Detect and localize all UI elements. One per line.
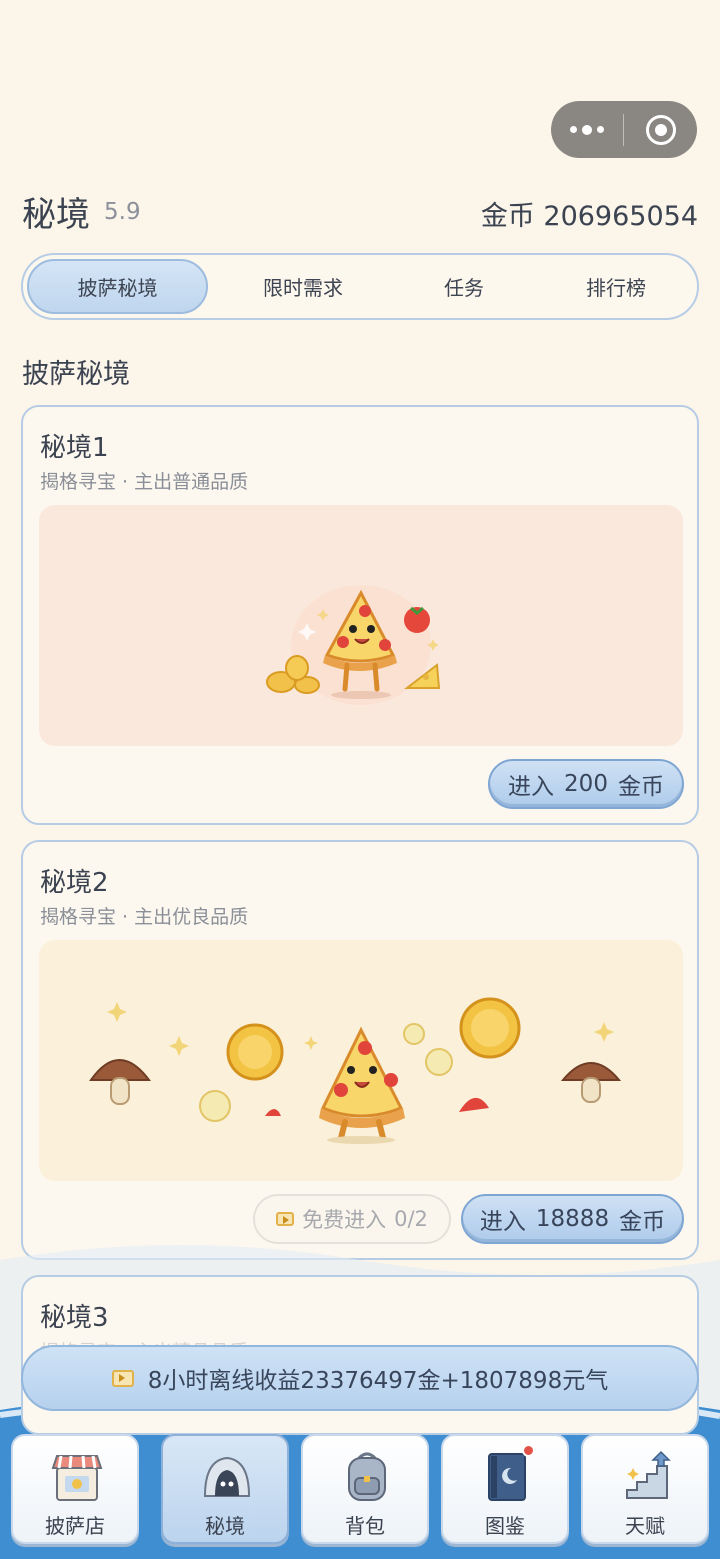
realm-card-2: 秘境2 揭格寻宝 · 主出优良品质 免费进入 0/2 进入 18888 金币: [21, 840, 699, 1260]
nav-label: 秘境: [205, 1514, 245, 1538]
realm-description: 揭格寻宝 · 主出优良品质: [40, 906, 249, 928]
backpack-icon: [348, 1452, 386, 1501]
nav-talent[interactable]: 天赋: [581, 1434, 709, 1544]
pizza-shop-icon: [51, 1455, 103, 1501]
offline-reward-button[interactable]: 8小时离线收益23376497金+1807898元气: [21, 1345, 699, 1411]
nav-label: 披萨店: [45, 1514, 105, 1538]
offline-reward-text: 8小时离线收益23376497金+1807898元气: [147, 1368, 609, 1394]
nav-realm[interactable]: 秘境: [161, 1434, 289, 1544]
tab-leaderboard[interactable]: 排行榜: [535, 259, 697, 314]
realm-cave-icon: [203, 1456, 251, 1497]
more-options-button[interactable]: [551, 101, 623, 158]
tab-bar: 披萨秘境 限时需求 任务 排行榜: [21, 253, 699, 320]
enter-cost: 200: [564, 771, 608, 797]
notification-badge: [522, 1444, 535, 1457]
realm-name: 秘境3: [40, 1303, 109, 1333]
talent-stairs-icon: [626, 1450, 671, 1499]
nav-label: 背包: [345, 1514, 385, 1538]
nav-label: 天赋: [625, 1514, 665, 1538]
enter-label: 进入: [508, 774, 555, 800]
video-play-icon: [111, 1369, 134, 1387]
realm-card-1: 秘境1 揭格寻宝 · 主出普通品质 进入 200 金币: [21, 405, 699, 825]
miniprogram-capsule: [551, 101, 697, 158]
page-title: 秘境: [22, 195, 90, 235]
nav-codex[interactable]: 图鉴: [441, 1434, 569, 1544]
realm-description: 揭格寻宝 · 主出普通品质: [40, 471, 249, 493]
close-miniprogram-button[interactable]: [624, 101, 697, 158]
nav-label: 图鉴: [485, 1514, 525, 1538]
enter-unit: 金币: [617, 774, 664, 800]
realm-name: 秘境1: [40, 433, 109, 463]
tab-limited-demand[interactable]: 限时需求: [213, 259, 393, 314]
coin-balance: 金币 206965054: [480, 201, 698, 232]
version-label: 5.9: [104, 199, 141, 225]
bottom-navigation: 披萨店 秘境 背包 图鉴 天赋: [0, 1422, 720, 1559]
tab-tasks[interactable]: 任务: [393, 259, 535, 314]
nav-backpack[interactable]: 背包: [301, 1434, 429, 1544]
realm-name: 秘境2: [40, 868, 109, 898]
enter-realm-1-button[interactable]: 进入 200 金币: [488, 759, 684, 809]
target-circle-icon: [645, 114, 676, 145]
realm-banner-image: [39, 940, 683, 1181]
realm-banner-image: [39, 505, 683, 746]
section-title: 披萨秘境: [22, 359, 130, 390]
nav-pizza-shop[interactable]: 披萨店: [11, 1434, 139, 1544]
tab-pizza-realm[interactable]: 披萨秘境: [27, 259, 208, 314]
